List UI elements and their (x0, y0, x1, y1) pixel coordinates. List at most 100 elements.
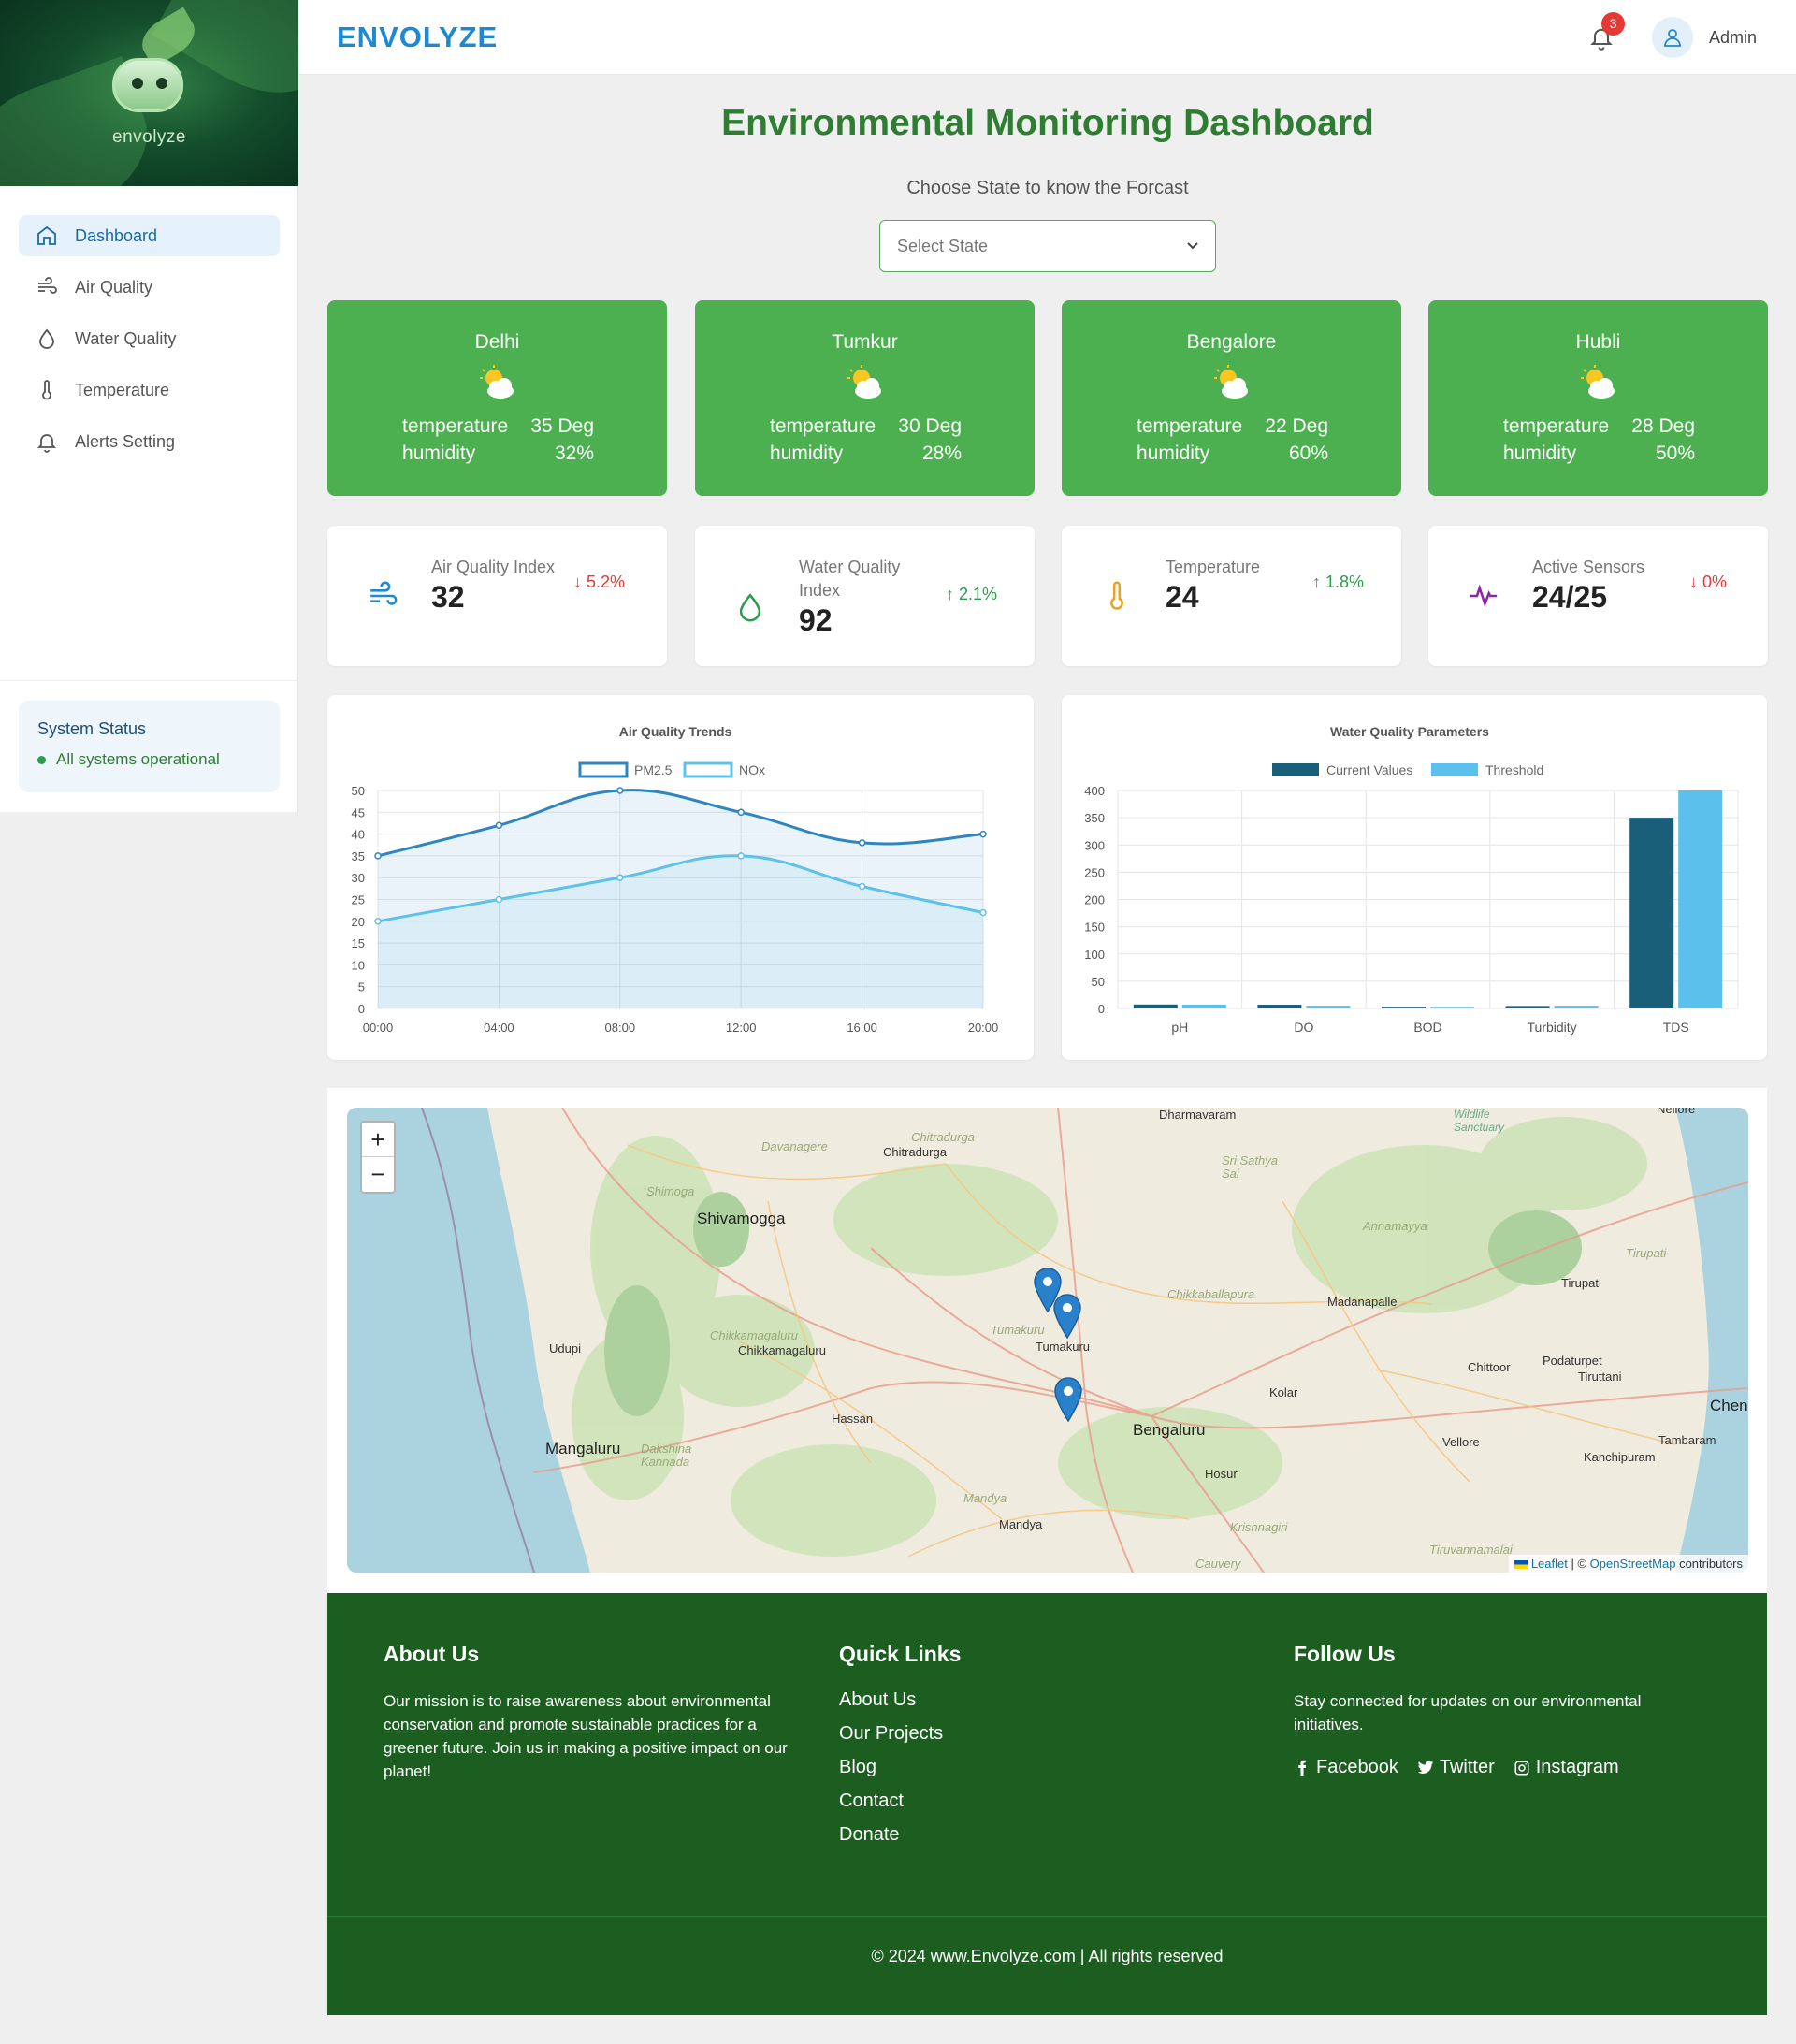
y-tick-label: 5 (358, 980, 365, 994)
sidebar-item-air-quality[interactable]: Air Quality (19, 267, 280, 308)
partly-sunny-icon (1581, 365, 1615, 399)
x-tick-label: DO (1294, 1020, 1313, 1035)
weather-card-city: Bengalore (1186, 331, 1277, 353)
legend-swatch (578, 761, 629, 778)
footer-link-contact[interactable]: Contact (839, 1790, 1120, 1812)
y-tick-label: 200 (1084, 893, 1105, 907)
stat-value: 92 (799, 603, 833, 637)
map-card: Dharmavaram Davanagere Chitradurga Chitr… (327, 1088, 1767, 1593)
instagram-link[interactable]: Instagram (1514, 1757, 1619, 1778)
map-marker-icon[interactable] (1052, 1293, 1082, 1340)
footer-links-title: Quick Links (839, 1642, 962, 1666)
sidebar-item-water-quality[interactable]: Water Quality (19, 318, 280, 359)
map-label: Krishnagiri (1230, 1520, 1288, 1534)
weather-card-delhi: Delhi temperature 35 Deg humidity 32% (327, 300, 667, 496)
leaflet-link[interactable]: Leaflet (1531, 1557, 1568, 1571)
wind-icon (38, 277, 57, 294)
user-avatar[interactable] (1652, 17, 1693, 58)
bar (1554, 1006, 1599, 1008)
robot-icon (112, 58, 183, 112)
stat-trend-value: 0% (1702, 573, 1728, 591)
y-tick-label: 35 (352, 849, 365, 863)
humidity-row: humidity 32% (402, 442, 594, 465)
social-links: Facebook Twitter Instagram (1294, 1757, 1705, 1778)
home-icon (37, 225, 56, 245)
map-label: Cauvery (1195, 1557, 1241, 1571)
humidity-row: humidity 50% (1503, 442, 1695, 465)
map-label: Tiruttani (1578, 1370, 1622, 1384)
temperature-value: 30 Deg (898, 415, 962, 437)
wind-icon (370, 581, 398, 605)
temperature-value: 35 Deg (530, 415, 594, 437)
bar (1181, 1004, 1226, 1008)
stat-value: 24 (1166, 580, 1199, 614)
facebook-link[interactable]: Facebook (1294, 1757, 1398, 1778)
y-tick-label: 20 (352, 915, 365, 929)
map-attribution: Leaflet | © OpenStreetMap contributors (1509, 1555, 1748, 1573)
system-status-text: All systems operational (56, 750, 220, 768)
bar (1257, 1005, 1302, 1008)
data-point (374, 852, 382, 860)
y-tick-label: 250 (1084, 865, 1105, 879)
air-quality-line-chart: Air Quality Trends PM2.5 NOx 0 5 10 15 20 25 30 35… (352, 724, 999, 1035)
twitter-link[interactable]: Twitter (1417, 1757, 1495, 1778)
state-select[interactable]: Select State (879, 220, 1216, 272)
footer-link-blog[interactable]: Blog (839, 1757, 1120, 1778)
stat-card-air-quality: Air Quality Index 32 ↓ 5.2% (327, 526, 667, 666)
map-label: Chikkamagaluru (738, 1343, 826, 1357)
twitter-label: Twitter (1439, 1757, 1495, 1777)
footer-divider (327, 1916, 1767, 1917)
stat-label: Active Sensors (1532, 558, 1645, 576)
map-label: Chen (1710, 1397, 1748, 1414)
footer: About Us Our mission is to raise awarene… (327, 1593, 1767, 2015)
bar (1430, 1007, 1474, 1008)
map-label: Dakshina Kannada (641, 1442, 692, 1469)
y-tick-label: 350 (1084, 811, 1105, 825)
brand-title[interactable]: ENVOLYZE (337, 21, 498, 54)
y-tick-label: 0 (358, 1002, 365, 1016)
user-name[interactable]: Admin (1709, 28, 1757, 48)
zoom-out-button[interactable]: − (362, 1157, 394, 1192)
map-label: Hosur (1205, 1467, 1238, 1481)
bar (1133, 1004, 1178, 1008)
footer-link-our-projects[interactable]: Our Projects (839, 1723, 1120, 1745)
system-status-panel: System Status All systems operational (19, 701, 280, 792)
bell-icon (36, 434, 57, 453)
map-label: Annamayya (1363, 1219, 1427, 1233)
map-marker-icon[interactable] (1053, 1376, 1083, 1423)
footer-link-about-us[interactable]: About Us (839, 1689, 1120, 1711)
temperature-value: 22 Deg (1265, 415, 1328, 437)
arrow-down-icon: ↓ (1689, 573, 1703, 591)
humidity-label: humidity (402, 442, 476, 464)
partly-sunny-icon (847, 365, 881, 399)
sidebar-item-alerts-setting[interactable]: Alerts Setting (19, 421, 280, 462)
stat-trend: ↓ 0% (1689, 573, 1727, 592)
weather-card-city: Tumkur (832, 331, 898, 353)
map-label: Tirupati (1561, 1276, 1601, 1290)
stat-trend-value: 1.8% (1325, 573, 1365, 591)
zoom-in-button[interactable]: + (362, 1123, 394, 1157)
map[interactable]: Dharmavaram Davanagere Chitradurga Chitr… (347, 1108, 1748, 1573)
y-tick-label: 40 (352, 828, 365, 842)
sidebar-item-temperature[interactable]: Temperature (19, 370, 280, 411)
osm-link[interactable]: OpenStreetMap (1590, 1557, 1676, 1571)
data-point (858, 882, 866, 891)
stat-trend-value: 2.1% (959, 585, 998, 603)
stat-label: Air Quality Index (431, 558, 556, 576)
map-label: Chittoor (1468, 1360, 1511, 1374)
sidebar-item-dashboard[interactable]: Dashboard (19, 215, 280, 256)
footer-about-text: Our mission is to raise awareness about … (384, 1692, 788, 1780)
logo[interactable]: envolyze (0, 0, 298, 186)
y-tick-label: 25 (352, 893, 365, 907)
humidity-label: humidity (770, 442, 844, 464)
temperature-label: temperature (1137, 415, 1243, 437)
weather-card-city: Hubli (1575, 331, 1621, 353)
map-label: Chitradurga (911, 1130, 975, 1144)
stat-value: 24/25 (1532, 580, 1608, 614)
map-label: Tiruvannamalai (1429, 1543, 1513, 1557)
stat-trend: ↓ 5.2% (573, 573, 625, 592)
footer-link-donate[interactable]: Donate (839, 1824, 1120, 1846)
thermometer-icon (1110, 581, 1123, 610)
x-tick-label: Turbidity (1528, 1020, 1577, 1035)
sidebar-divider (0, 680, 298, 681)
